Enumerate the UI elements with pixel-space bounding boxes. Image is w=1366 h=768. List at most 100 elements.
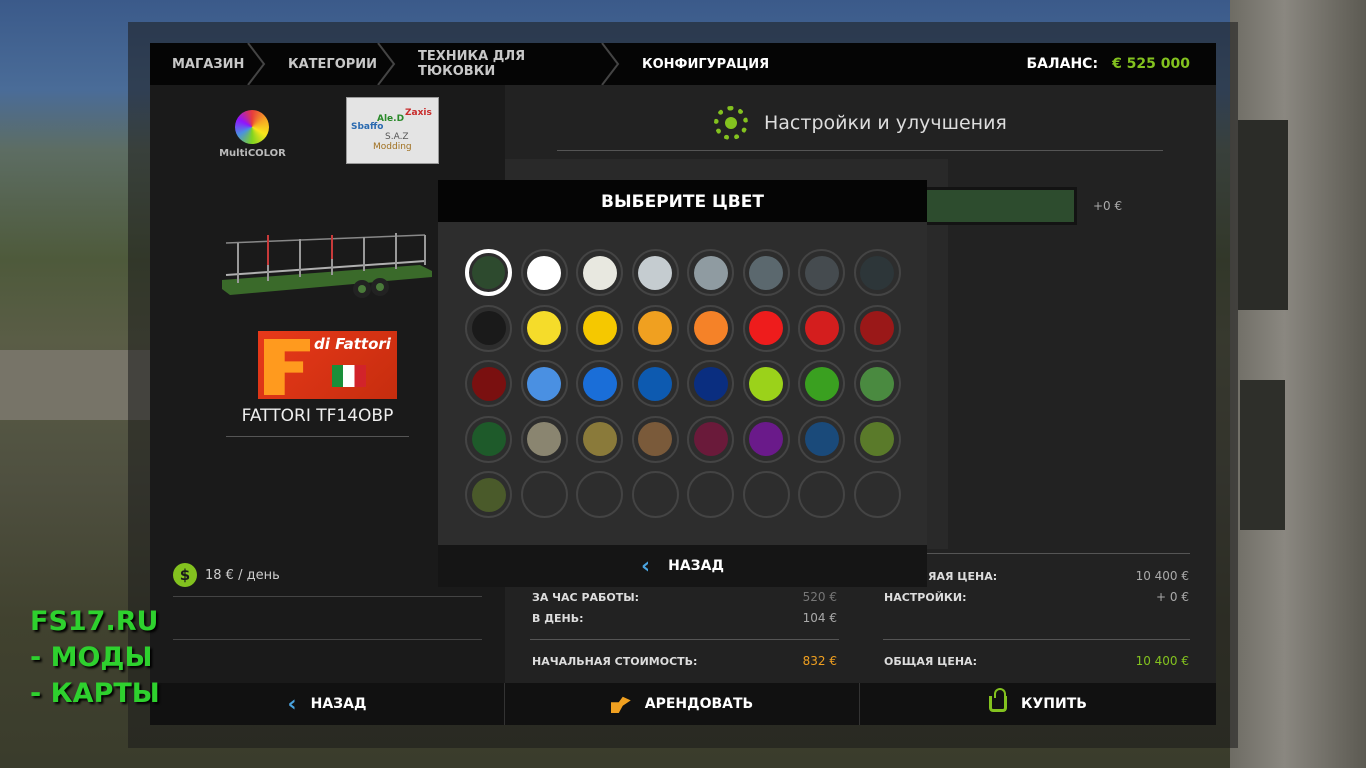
back-button[interactable]: ‹ НАЗАД [150,683,505,725]
color-swatch-fill [804,422,839,456]
color-swatch-fill [527,422,561,456]
color-picker-back-button[interactable]: ‹ НАЗАД [438,545,927,587]
color-swatch[interactable] [520,249,568,296]
divider [173,639,482,640]
color-swatch-fill [860,366,894,401]
color-swatch[interactable] [465,471,512,518]
color-swatch-empty [798,471,845,518]
color-swatch[interactable] [853,415,901,463]
chevron-left-icon: ‹ [287,691,297,717]
color-swatch[interactable] [853,360,901,407]
color-swatch[interactable] [742,415,790,463]
color-swatch-fill [749,366,783,401]
color-swatch[interactable] [465,360,512,407]
color-swatch-empty [520,471,568,518]
color-swatch[interactable] [798,415,845,463]
color-swatch[interactable] [798,360,845,407]
italian-flag-icon [332,365,366,387]
divider [883,553,1190,554]
color-swatch-fill [638,255,672,290]
rent-button-label: АРЕНДОВАТЬ [644,696,754,712]
color-swatch-fill [582,422,617,456]
color-swatch-empty [742,471,790,518]
breadcrumb-shop[interactable]: МАГАЗИН [150,43,266,85]
color-swatch[interactable] [520,304,568,352]
breadcrumb-configuration: КОНФИГУРАЦИЯ [620,43,791,85]
breadcrumb-label: МАГАЗИН [172,56,245,72]
color-picker-title: ВЫБЕРИТЕ ЦВЕТ [438,180,927,222]
color-swatch[interactable] [687,304,734,352]
color-option-current[interactable] [920,187,1077,225]
color-swatch[interactable] [798,304,845,352]
color-swatch[interactable] [576,304,623,352]
color-swatch[interactable] [631,304,679,352]
buy-button[interactable]: КУПИТЬ [860,683,1216,725]
color-swatch[interactable] [798,249,845,296]
breadcrumb-label: ТЕХНИКА ДЛЯ ТЮКОВКИ [418,49,526,79]
color-swatch-fill [804,311,839,345]
color-swatch[interactable] [631,360,679,407]
color-swatch[interactable] [465,249,512,296]
color-swatch[interactable] [687,415,734,463]
color-swatch[interactable] [520,415,568,463]
color-picker-dialog: ВЫБЕРИТЕ ЦВЕТ ‹ НАЗАД [438,180,927,587]
color-swatch[interactable] [576,249,623,296]
color-swatch[interactable] [631,249,679,296]
color-swatch-fill [638,366,672,401]
color-swatch[interactable] [853,304,901,352]
color-swatch[interactable] [631,415,679,463]
color-swatch-fill [638,311,672,345]
color-swatch-fill [638,422,672,456]
color-swatch-empty [631,471,679,518]
per-hour-label: ЗА ЧАС РАБОТЫ: [532,591,640,604]
background-window [1240,380,1285,530]
logo-text: S.A.Z [385,132,409,142]
color-swatch-fill [471,366,506,401]
multicolor-ball-icon [235,110,269,144]
lease-hand-icon [610,696,631,713]
buy-button-label: КУПИТЬ [1021,696,1087,712]
settings-title: Настройки и улучшения [764,112,1007,134]
color-swatch[interactable] [687,360,734,407]
divider [530,639,839,640]
per-day-value: 104 € [802,611,837,625]
config-cost-value: + 0 € [1156,590,1189,604]
color-swatch[interactable] [742,249,790,296]
color-swatch-empty [853,471,901,518]
breadcrumb-baling-equipment[interactable]: ТЕХНИКА ДЛЯ ТЮКОВКИ [396,43,620,85]
base-price-label: ЯАЯ ЦЕНА: [928,570,998,583]
logo-text: Zaxis [405,108,432,118]
color-swatch[interactable] [742,304,790,352]
mod-author-logo: Sbaffo Ale.D Zaxis S.A.Z Modding [346,97,439,164]
color-swatch[interactable] [465,304,512,352]
per-day-label: В ДЕНЬ: [532,612,584,625]
breadcrumb-categories[interactable]: КАТЕГОРИИ [266,43,396,85]
rent-button[interactable]: АРЕНДОВАТЬ [505,683,860,725]
color-swatch-fill [693,255,728,290]
color-swatch-fill [472,256,505,289]
color-swatch[interactable] [520,360,568,407]
color-swatch-fill [860,255,894,290]
color-swatch-fill [582,366,617,401]
chevron-left-icon: ‹ [641,553,651,579]
color-swatch[interactable] [687,249,734,296]
color-swatch-fill [527,311,561,345]
divider [173,596,482,597]
color-swatch[interactable] [742,360,790,407]
color-swatch-fill [527,255,561,290]
color-swatch-empty [576,471,623,518]
maintenance-per-day: 18 € / день [205,568,280,583]
breadcrumb-separator-icon [377,43,396,85]
color-swatch-fill [749,422,783,456]
color-swatch[interactable] [576,360,623,407]
total-price-value: 10 400 € [1135,654,1189,668]
settings-header: Настройки и улучшения [714,106,1007,140]
color-swatch[interactable] [576,415,623,463]
basket-icon [989,688,1008,712]
bottom-action-bar: ‹ НАЗАД АРЕНДОВАТЬ КУПИТЬ [150,683,1216,725]
color-swatch[interactable] [465,415,512,463]
color-swatch-fill [804,255,839,290]
color-swatch[interactable] [853,249,901,296]
wrench-gear-icon [714,106,748,140]
config-cost-label: НАСТРОЙКИ: [884,591,967,604]
